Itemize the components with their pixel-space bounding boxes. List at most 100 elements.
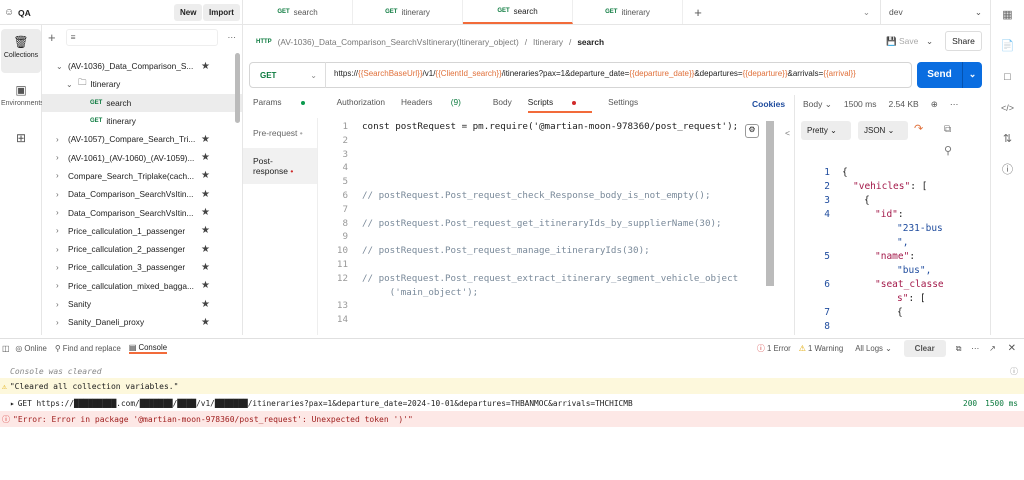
- body-select[interactable]: Body ⌄: [803, 99, 832, 110]
- tab-itinerary[interactable]: GET itinerary: [353, 0, 463, 24]
- pre-request-item[interactable]: Pre-request •: [243, 118, 317, 148]
- new-tab-button[interactable]: +: [683, 0, 713, 24]
- collection-item[interactable]: › Price_callculation_mixed_bagga... ★: [42, 277, 242, 295]
- request-search[interactable]: GET search: [42, 93, 242, 112]
- collection-item[interactable]: › Price_callculation_2_passenger ★: [42, 240, 242, 258]
- rail-apps[interactable]: ⊞: [1, 125, 41, 169]
- post-response-item[interactable]: Post-response •: [243, 148, 317, 184]
- import-button[interactable]: Import: [203, 4, 240, 21]
- search-icon[interactable]: ⚲: [944, 144, 952, 157]
- send-label: Send: [917, 62, 963, 88]
- star-icon[interactable]: ★: [201, 170, 210, 181]
- collection-item[interactable]: › Compare_Search_Triplake(cach... ★: [42, 167, 242, 185]
- find-replace[interactable]: ⚲ Find and replace: [55, 344, 121, 353]
- add-icon[interactable]: +: [48, 30, 56, 45]
- tab-search-active[interactable]: GET search: [463, 0, 573, 24]
- rail-environments[interactable]: ▣ Environments: [1, 77, 44, 121]
- code-line: 5: [318, 175, 766, 189]
- info-icon[interactable]: ⓘ: [991, 155, 1024, 186]
- line-number: 14: [336, 314, 348, 326]
- save-dropdown[interactable]: ⌄: [926, 36, 933, 47]
- tab-scripts[interactable]: Scripts: [527, 97, 593, 113]
- online-status[interactable]: ◎ Online: [15, 344, 47, 353]
- collection-item[interactable]: › Sanity_Daneli_proxy ★: [42, 313, 242, 331]
- share-button[interactable]: Share: [945, 31, 982, 51]
- save-button[interactable]: 💾 Save: [886, 36, 918, 47]
- collection-item[interactable]: › Price_callculation_3_passenger ★: [42, 258, 242, 276]
- warning-count[interactable]: ⚠ 1 Warning: [799, 344, 843, 353]
- breadcrumb-folder[interactable]: Itinerary: [533, 37, 563, 47]
- copy-icon[interactable]: ⧉: [944, 124, 951, 135]
- breadcrumb-collection[interactable]: (AV-1036)_Data_Comparison_SearchVsItiner…: [278, 37, 519, 47]
- pretty-select[interactable]: Pretty ⌄: [801, 121, 851, 140]
- snippet-icon[interactable]: ⚙: [745, 124, 759, 138]
- error-count[interactable]: ⓘ 1 Error: [757, 343, 791, 354]
- collection-name: Compare_Search_Triplake(cach...: [68, 170, 195, 181]
- env-name: dev: [889, 7, 903, 17]
- star-icon[interactable]: ★: [201, 61, 210, 72]
- cookies-link[interactable]: Cookies: [752, 99, 785, 109]
- collection-item[interactable]: › (AV-1061)_(AV-1060)_(AV-1059)... ★: [42, 148, 242, 166]
- line-number: 10: [336, 245, 348, 257]
- clear-button[interactable]: Clear: [903, 340, 946, 357]
- code-editor[interactable]: 1 const postRequest = pm.require('@martia…: [318, 120, 766, 327]
- sidebar-toggle-icon[interactable]: ◫: [2, 344, 9, 353]
- send-dropdown-icon[interactable]: ⌄: [963, 62, 982, 88]
- folder-itinerary[interactable]: ⌄ 🗀 Itinerary: [42, 75, 242, 93]
- related-icon[interactable]: ⇅: [991, 124, 1024, 155]
- collection-item[interactable]: › (AV-1057)_Compare_Search_Tri... ★: [42, 130, 242, 148]
- star-icon[interactable]: ★: [201, 299, 210, 310]
- wrap-icon[interactable]: ↷: [914, 122, 923, 135]
- docs-icon[interactable]: 📄: [991, 31, 1024, 62]
- request-itinerary[interactable]: GET itinerary: [42, 112, 242, 130]
- code-icon[interactable]: </>: [991, 93, 1024, 124]
- copy-icon[interactable]: ⧉: [956, 344, 962, 354]
- star-icon[interactable]: ★: [201, 244, 210, 255]
- tab-headers[interactable]: Headers (9): [401, 97, 477, 113]
- more-icon[interactable]: ⋯: [228, 32, 237, 43]
- star-icon[interactable]: ★: [201, 152, 210, 163]
- tab-body[interactable]: Body: [493, 97, 512, 113]
- star-icon[interactable]: ★: [201, 207, 210, 218]
- more-icon[interactable]: ⋯: [971, 344, 979, 353]
- request-subtabs: Params Authorization Headers (9) Body Sc…: [253, 97, 654, 113]
- close-icon[interactable]: ✕: [1008, 343, 1016, 354]
- save-response-icon[interactable]: ⊕: [931, 99, 938, 110]
- collection-root[interactable]: ⌄ (AV-1036)_Data_Comparison_S... ★: [42, 57, 242, 75]
- filter-input[interactable]: ≡: [65, 29, 218, 46]
- editor-scrollbar[interactable]: [766, 121, 774, 286]
- log-level-select[interactable]: All Logs ⌄: [855, 344, 891, 353]
- env-quicklook-icon[interactable]: ▦: [991, 0, 1024, 31]
- environment-select[interactable]: dev ⌄: [880, 0, 990, 25]
- tab-settings[interactable]: Settings: [608, 97, 638, 113]
- tab-search[interactable]: GET search: [243, 0, 353, 24]
- star-icon[interactable]: ★: [201, 317, 210, 328]
- send-button[interactable]: Send ⌄: [917, 62, 982, 88]
- console-tab[interactable]: ▤ Console: [128, 343, 168, 354]
- collapse-icon[interactable]: <: [785, 128, 790, 138]
- more-icon[interactable]: ⋯: [950, 99, 959, 110]
- tab-itinerary-2[interactable]: GET itinerary: [573, 0, 683, 24]
- rail-collections[interactable]: 🗑 Collections: [1, 29, 41, 73]
- collection-item[interactable]: › Data_Comparison_SearchVsItin... ★: [42, 203, 242, 221]
- star-icon[interactable]: ★: [201, 280, 210, 291]
- json-select[interactable]: JSON ⌄: [858, 121, 908, 140]
- tab-params[interactable]: Params: [253, 97, 321, 113]
- collection-item[interactable]: › Data_Comparison_SearchVsItin... ★: [42, 185, 242, 203]
- comments-icon[interactable]: □: [991, 62, 1024, 93]
- expand-icon[interactable]: ↗: [989, 344, 996, 353]
- collection-item[interactable]: › Price_callculation_1_passenger ★: [42, 222, 242, 240]
- tabs-chevron-icon[interactable]: ⌄: [713, 0, 880, 24]
- star-icon[interactable]: ★: [201, 189, 210, 200]
- url-bar: GET ⌄ https://{{SearchBaseUrl}}/v1/{{Clie…: [249, 62, 912, 88]
- star-icon[interactable]: ★: [201, 134, 210, 145]
- tab-authorization[interactable]: Authorization: [337, 97, 385, 113]
- console-request-log[interactable]: ▸ GET https://█████████.com/███████/████/…: [0, 395, 1024, 411]
- sidebar-scrollbar[interactable]: [235, 53, 240, 123]
- method-select[interactable]: GET ⌄: [250, 71, 325, 80]
- url-input[interactable]: https://{{SearchBaseUrl}}/v1/{{ClientId_…: [325, 62, 856, 88]
- new-button[interactable]: New: [174, 4, 203, 21]
- star-icon[interactable]: ★: [201, 225, 210, 236]
- collection-item[interactable]: › Sanity ★: [42, 295, 242, 313]
- star-icon[interactable]: ★: [201, 262, 210, 273]
